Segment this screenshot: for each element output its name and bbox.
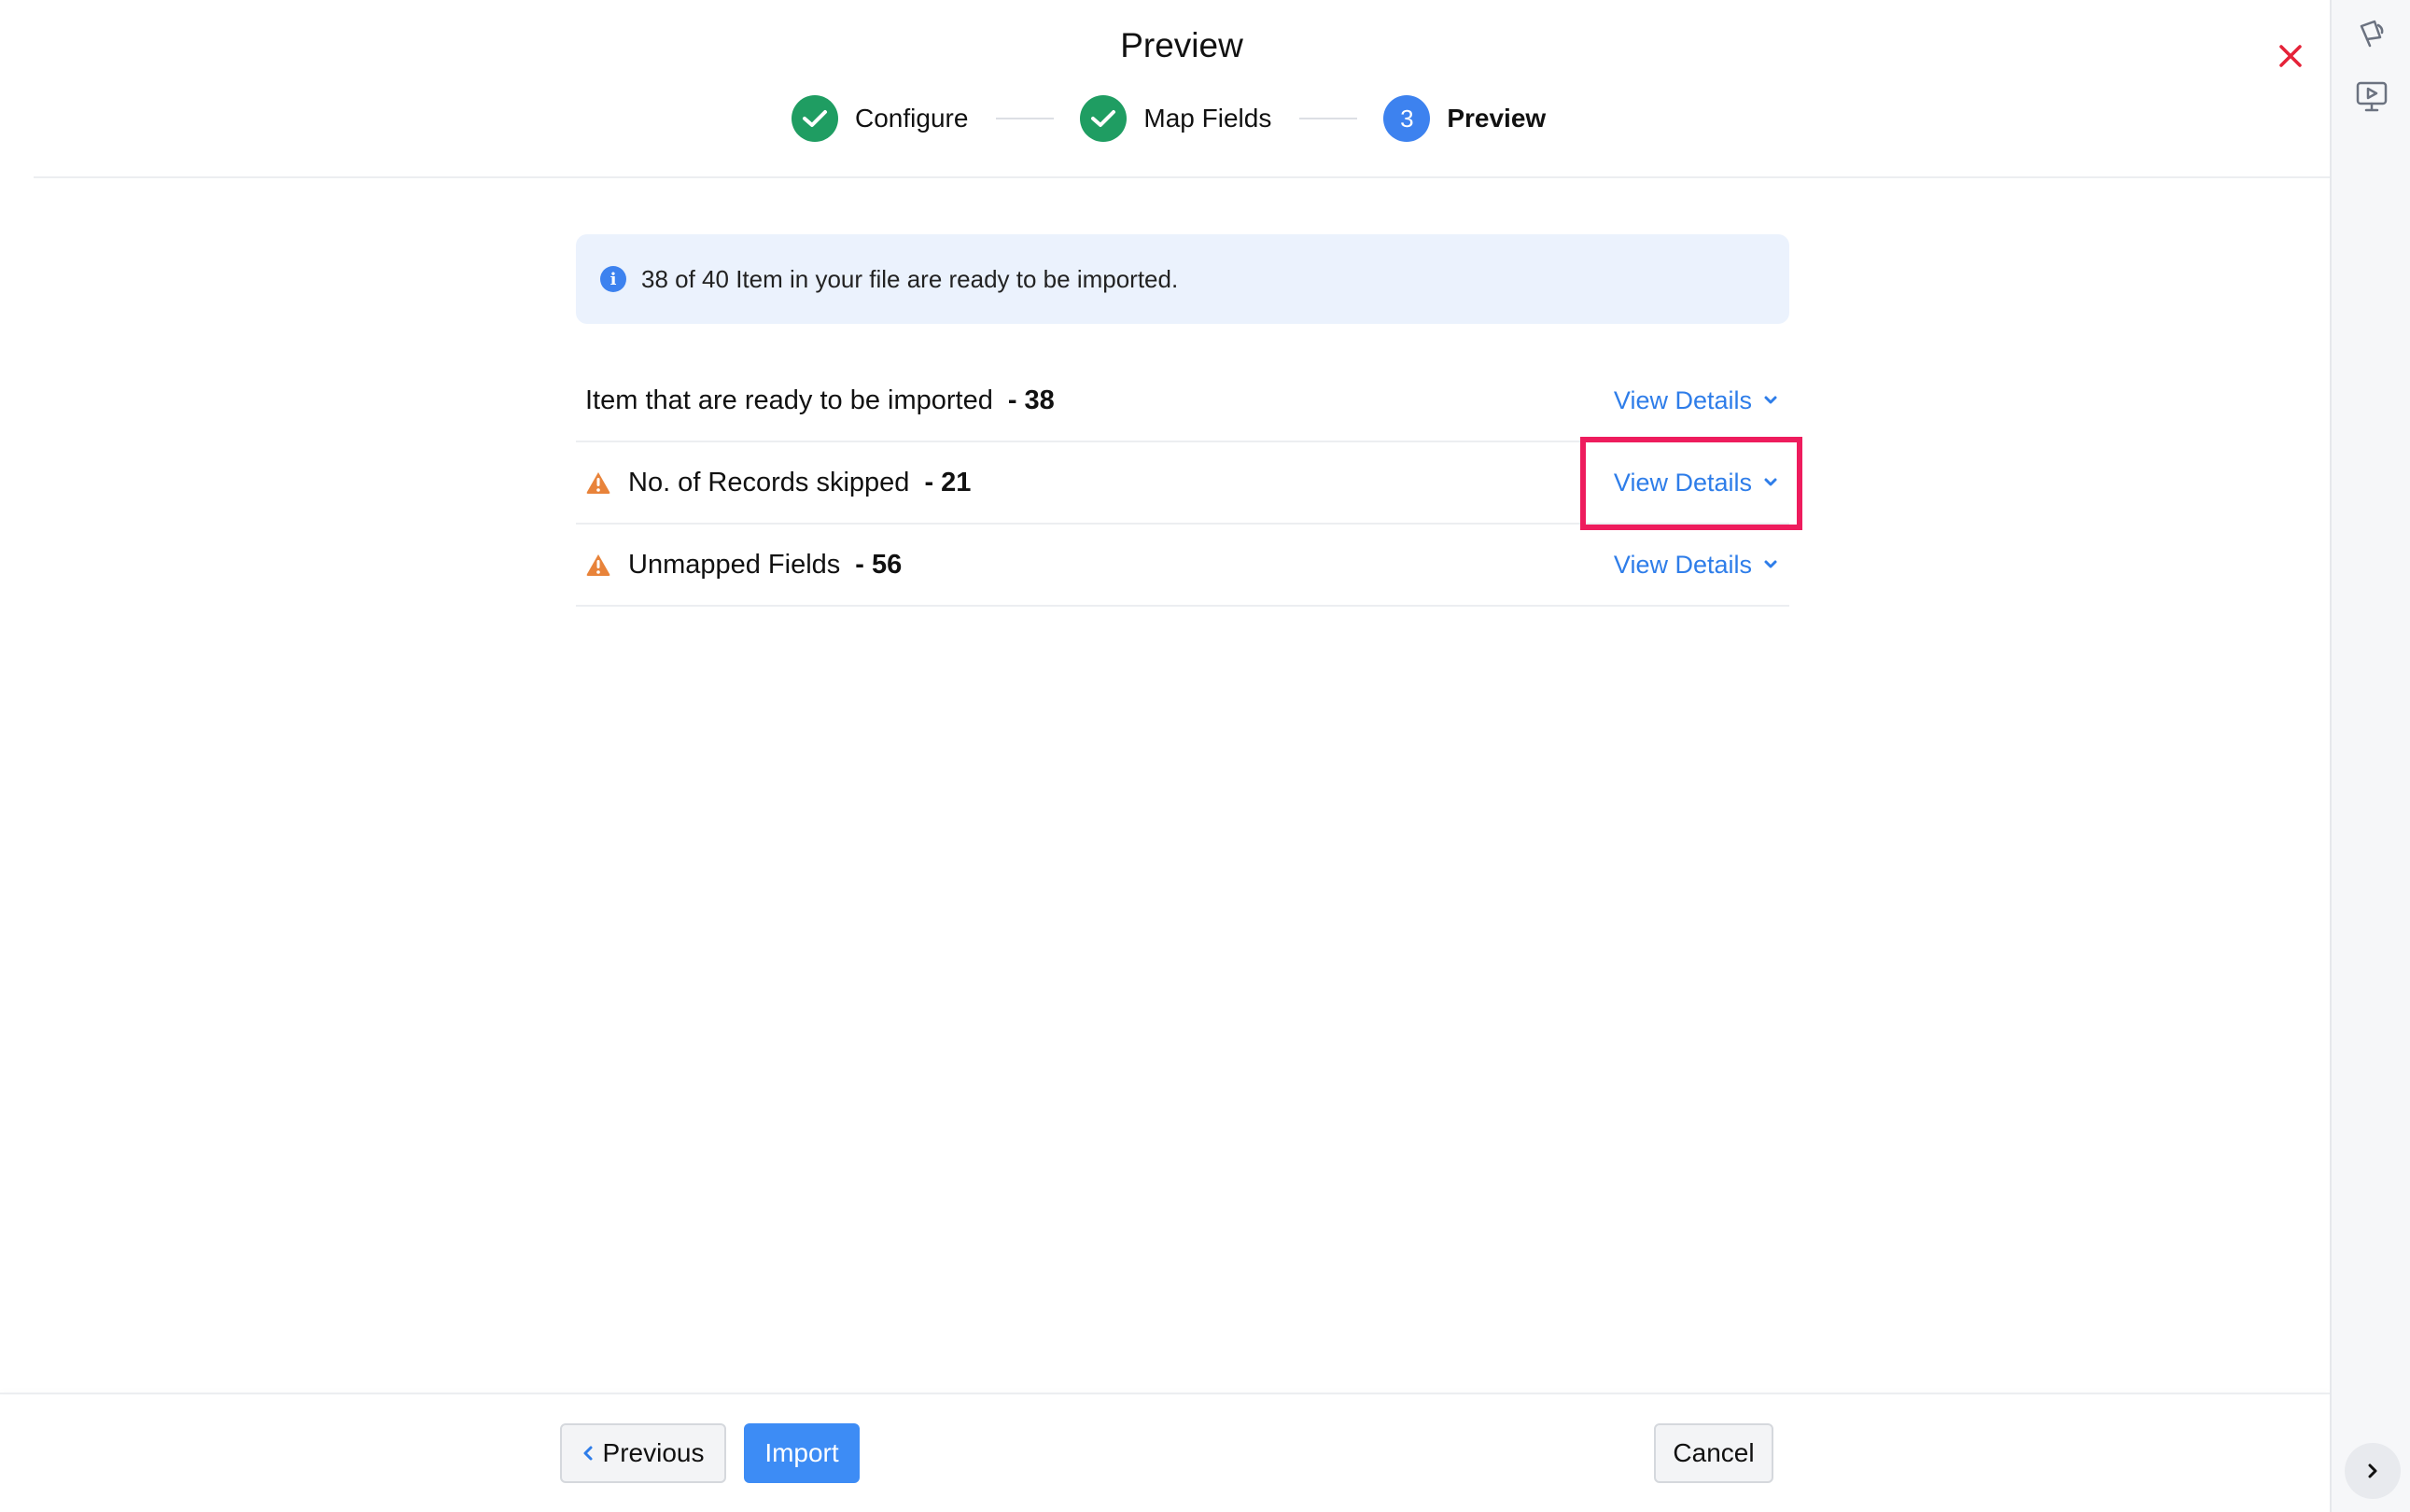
view-details-button[interactable]: View Details: [1614, 551, 1778, 580]
previous-label: Previous: [602, 1438, 705, 1467]
info-banner: i 38 of 40 Item in your file are ready t…: [576, 234, 1789, 324]
previous-button[interactable]: Previous: [560, 1423, 726, 1483]
row-label-group: Unmapped Fields - 56: [576, 550, 902, 581]
row-label: Item that are ready to be imported: [585, 385, 993, 415]
view-details-label: View Details: [1613, 468, 1752, 497]
page-title: Preview: [1120, 26, 1243, 64]
megaphone-icon[interactable]: [2354, 15, 2389, 50]
step-label: Map Fields: [1143, 104, 1272, 133]
summary-list: Item that are ready to be imported - 38 …: [576, 360, 1789, 607]
step-preview: 3 Preview: [1383, 95, 1546, 142]
header-divider: [34, 176, 2330, 178]
warning-icon: [586, 472, 610, 494]
view-details-button[interactable]: View Details: [1614, 386, 1778, 415]
import-wizard: Preview Configure Map Fields 3 Preview i…: [0, 0, 2330, 1512]
cancel-button[interactable]: Cancel: [1654, 1423, 1773, 1483]
row-count: - 56: [855, 549, 903, 580]
import-dialog-page: Preview Configure Map Fields 3 Preview i…: [0, 0, 2410, 1512]
summary-row-ready: Item that are ready to be imported - 38 …: [576, 360, 1789, 442]
import-button[interactable]: Import: [744, 1423, 860, 1483]
footer-divider: [0, 1393, 2330, 1394]
view-details-label: View Details: [1613, 385, 1752, 414]
check-icon: [792, 95, 838, 142]
step-connector: [1299, 118, 1358, 119]
wizard-stepper: Configure Map Fields 3 Preview: [792, 93, 1546, 144]
chevron-left-icon: [583, 1446, 593, 1461]
row-count: - 38: [1007, 385, 1055, 415]
chevron-right-icon: [2368, 1463, 2377, 1478]
row-label: No. of Records skipped: [628, 467, 910, 497]
close-icon[interactable]: [2274, 39, 2307, 73]
step-configure[interactable]: Configure: [792, 95, 968, 142]
presentation-play-icon[interactable]: [2354, 78, 2389, 114]
step-map-fields[interactable]: Map Fields: [1080, 95, 1271, 142]
step-label: Configure: [855, 104, 969, 133]
chevron-down-icon: [1764, 396, 1777, 404]
warning-icon: [586, 554, 610, 576]
summary-row-skipped: No. of Records skipped - 21 View Details: [576, 442, 1789, 525]
step-connector: [996, 118, 1055, 119]
chevron-down-icon: [1764, 560, 1777, 568]
step-label: Preview: [1447, 104, 1547, 133]
expand-sidebar-button[interactable]: [2345, 1443, 2401, 1499]
row-label-group: Item that are ready to be imported - 38: [576, 385, 1055, 416]
check-icon: [1080, 95, 1128, 142]
right-sidebar: [2330, 0, 2410, 1512]
step-number: 3: [1383, 95, 1431, 142]
view-details-button[interactable]: View Details: [1614, 469, 1778, 497]
summary-row-unmapped: Unmapped Fields - 56 View Details: [576, 525, 1789, 607]
row-label: Unmapped Fields: [628, 549, 841, 580]
info-icon: i: [600, 266, 626, 292]
row-count: - 21: [924, 467, 972, 497]
row-label-group: No. of Records skipped - 21: [576, 468, 971, 498]
chevron-down-icon: [1764, 478, 1777, 486]
view-details-label: View Details: [1613, 550, 1752, 579]
info-banner-text: 38 of 40 Item in your file are ready to …: [641, 264, 1179, 293]
